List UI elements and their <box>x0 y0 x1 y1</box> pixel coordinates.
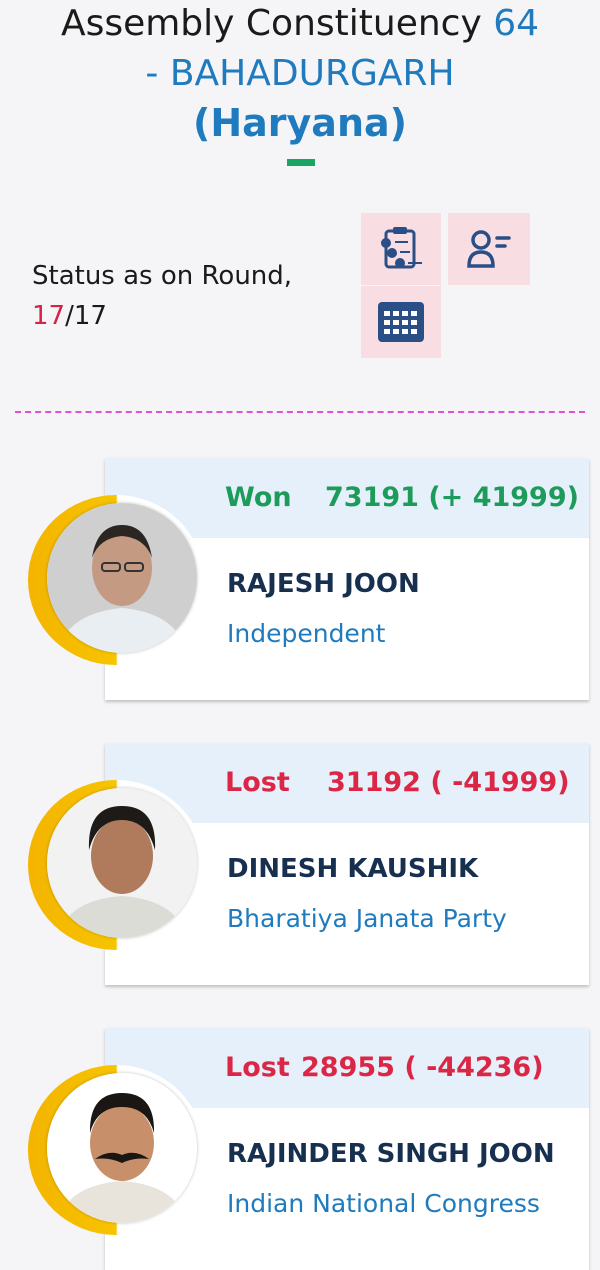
result-status: Lost <box>225 767 290 798</box>
total-rounds: /17 <box>65 301 107 331</box>
calendar-icon <box>378 302 424 342</box>
result-status: Won <box>225 482 292 513</box>
round-counter: 17/17 <box>32 296 292 336</box>
constituency-number: 64 <box>493 3 540 44</box>
candidate-photo <box>47 1073 197 1223</box>
vote-count: 28955 ( -44236) <box>301 1052 544 1083</box>
schedule-button[interactable] <box>361 286 441 358</box>
title-underline <box>287 159 315 166</box>
candidate-name: DINESH KAUSHIK <box>227 854 479 884</box>
round-status: Status as on Round, 17/17 <box>32 256 292 336</box>
candidates-button[interactable] <box>448 213 530 285</box>
candidate-photo <box>47 788 197 938</box>
candidate-photo <box>47 503 197 653</box>
section-divider <box>15 411 585 413</box>
candidate-name: RAJESH JOON <box>227 569 420 599</box>
current-round: 17 <box>32 301 66 331</box>
party-name: Indian National Congress <box>227 1189 540 1218</box>
vote-count: 73191 (+ 41999) <box>325 482 579 513</box>
vote-count: 31192 ( -41999) <box>327 767 570 798</box>
results-button[interactable] <box>361 213 441 285</box>
party-name: Independent <box>227 619 386 648</box>
clipboard-results-icon <box>381 227 422 269</box>
candidate-name: RAJINDER SINGH JOON <box>227 1139 555 1169</box>
party-name: Bharatiya Janata Party <box>227 904 507 933</box>
state-name: (Haryana) <box>192 101 408 145</box>
result-status: Lost <box>225 1052 290 1083</box>
round-status-label: Status as on Round, <box>32 261 293 291</box>
constituency-name: - BAHADURGARH <box>145 53 455 94</box>
candidate-list-icon <box>467 230 511 268</box>
title-prefix: Assembly Constituency <box>60 3 482 44</box>
title-line-1: Assembly Constituency 64 <box>0 2 600 46</box>
